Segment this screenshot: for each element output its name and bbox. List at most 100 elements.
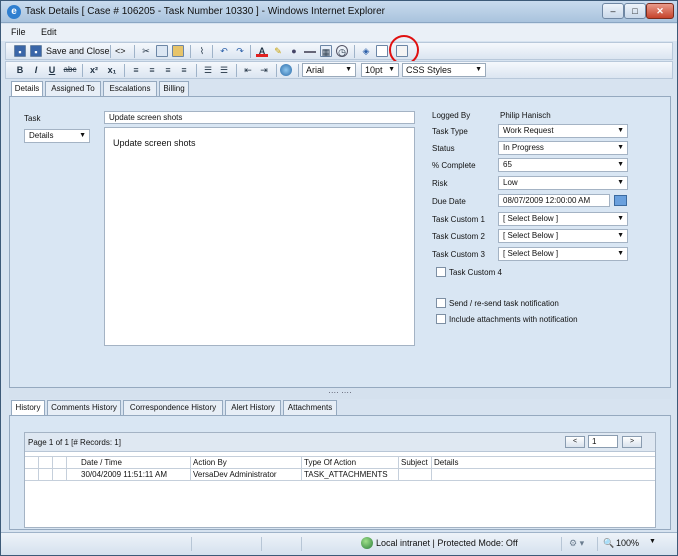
include-attachments-checkbox[interactable]	[436, 314, 446, 324]
align-right-icon[interactable]: ≡	[162, 64, 174, 76]
grid-header-details[interactable]: Details	[432, 457, 655, 468]
send-notification-checkbox[interactable]	[436, 298, 446, 308]
chevron-down-icon: ▼	[617, 179, 624, 186]
calendar-icon[interactable]	[614, 195, 627, 206]
outdent-icon[interactable]: ⇤	[242, 64, 254, 76]
security-zone-text[interactable]: Local intranet | Protected Mode: Off	[376, 538, 518, 548]
strikethrough-button[interactable]: abc	[62, 64, 78, 76]
tab-history[interactable]: History	[11, 400, 45, 416]
details-panel: Task Update screen shots Details ▼ Update…	[9, 96, 671, 388]
task-type-select[interactable]: Work Request ▼	[498, 124, 628, 138]
risk-value: Low	[503, 178, 518, 187]
editor-toolbar-top: ▪ ▪ Save and Close <> ✂ ⌇ ↶ ↷ A ✎ ● ▦ ◷ …	[5, 42, 673, 60]
tab-details[interactable]: Details	[11, 81, 43, 97]
menu-edit[interactable]: Edit	[41, 27, 57, 37]
task-name-input[interactable]: Update screen shots	[104, 111, 415, 124]
field-select[interactable]: Details ▼	[24, 129, 90, 143]
tab-correspondence-history[interactable]: Correspondence History	[123, 400, 223, 415]
next-page-button[interactable]: >	[622, 436, 642, 448]
title-bar: e Task Details [ Case # 106205 - Task Nu…	[1, 1, 677, 23]
percent-complete-select[interactable]: 65 ▼	[498, 158, 628, 172]
due-date-input[interactable]: 08/07/2009 12:00:00 AM	[498, 194, 610, 207]
save-close-icon[interactable]: ▪	[30, 45, 42, 57]
include-attachments-label: Include attachments with notification	[449, 315, 578, 324]
copy-icon[interactable]	[156, 45, 168, 57]
grid-header-date-time[interactable]: Date / Time	[79, 457, 191, 468]
paste-icon[interactable]	[172, 45, 184, 57]
description-editor[interactable]: Update screen shots	[104, 127, 415, 346]
save-and-close-button[interactable]: Save and Close	[46, 46, 110, 56]
special-char-icon[interactable]: ●	[288, 45, 300, 57]
italic-button[interactable]: I	[30, 64, 42, 76]
task-custom-3-select[interactable]: [ Select Below ] ▼	[498, 247, 628, 261]
horizontal-rule-icon[interactable]	[304, 51, 316, 53]
tab-escalations[interactable]: Escalations	[103, 81, 157, 96]
task-custom-4-checkbox[interactable]	[436, 267, 446, 277]
redo-icon[interactable]: ↷	[234, 45, 246, 57]
superscript-button[interactable]: x²	[88, 64, 100, 76]
font-size-select[interactable]: 10pt ▼	[361, 63, 399, 77]
task-custom-2-select[interactable]: [ Select Below ] ▼	[498, 229, 628, 243]
task-custom-4-label: Task Custom 4	[449, 268, 502, 277]
grid-cell-spacer	[53, 469, 67, 480]
menu-bar: File Edit	[1, 24, 677, 41]
status-divider	[301, 537, 302, 551]
document-icon[interactable]	[376, 45, 388, 57]
align-center-icon[interactable]: ≡	[146, 64, 158, 76]
status-label: Status	[432, 144, 455, 153]
maximize-button[interactable]: □	[624, 3, 646, 19]
menu-file[interactable]: File	[11, 27, 26, 37]
font-color-icon[interactable]: A	[256, 45, 268, 57]
table-row-details	[432, 469, 655, 480]
grid-header-action-by[interactable]: Action By	[191, 457, 302, 468]
close-button[interactable]: ✕	[646, 3, 674, 19]
toolbar-separator	[124, 64, 125, 77]
tab-comments-history[interactable]: Comments History	[47, 400, 121, 415]
chevron-down-icon: ▼	[617, 144, 624, 151]
clock-icon[interactable]: ◷	[336, 45, 348, 57]
table-row-action-by: VersaDev Administrator	[191, 469, 302, 480]
grid-header-subject[interactable]: Subject	[399, 457, 432, 468]
status-select[interactable]: In Progress ▼	[498, 141, 628, 155]
align-left-icon[interactable]: ≡	[130, 64, 142, 76]
numbered-list-icon[interactable]: ☰	[218, 64, 230, 76]
panel-splitter[interactable]: ···· ····	[9, 388, 671, 399]
prev-page-button[interactable]: <	[565, 436, 585, 448]
page-number-input[interactable]: 1	[588, 435, 618, 448]
spellcheck-icon[interactable]: ◈	[360, 45, 372, 57]
cut-icon[interactable]: ✂	[140, 45, 152, 57]
tab-assigned-to[interactable]: Assigned To	[45, 81, 101, 96]
html-source-button[interactable]: <>	[115, 46, 126, 56]
undo-icon[interactable]: ↶	[218, 45, 230, 57]
minimize-button[interactable]: –	[602, 3, 624, 19]
status-value: In Progress	[503, 143, 544, 152]
table-icon[interactable]: ▦	[320, 45, 332, 57]
grid-header-type-of-action[interactable]: Type Of Action	[302, 457, 399, 468]
risk-select[interactable]: Low ▼	[498, 176, 628, 190]
font-family-select[interactable]: Arial ▼	[302, 63, 356, 77]
toolbar-separator	[134, 45, 135, 58]
bold-button[interactable]: B	[14, 64, 26, 76]
task-custom-1-select[interactable]: [ Select Below ] ▼	[498, 212, 628, 226]
task-type-value: Work Request	[503, 126, 554, 135]
field-select-value: Details	[29, 131, 54, 140]
highlight-icon[interactable]: ✎	[272, 45, 284, 57]
history-panel: Page 1 of 1 [# Records: 1] < 1 > Date / …	[9, 415, 671, 530]
tab-attachments[interactable]: Attachments	[283, 400, 337, 415]
tab-billing[interactable]: Billing	[159, 81, 189, 96]
tab-alert-history[interactable]: Alert History	[225, 400, 281, 415]
hyperlink-globe-icon[interactable]	[280, 64, 292, 76]
protected-mode-icon[interactable]: ⚙ ▾	[569, 538, 584, 549]
justify-icon[interactable]: ≡	[178, 64, 190, 76]
bullet-list-icon[interactable]: ☰	[202, 64, 214, 76]
table-row-date-time: 30/04/2009 11:51:11 AM	[79, 469, 191, 480]
subscript-button[interactable]: x₁	[106, 64, 118, 76]
css-styles-select[interactable]: CSS Styles ▼	[402, 63, 486, 77]
indent-icon[interactable]: ⇥	[258, 64, 270, 76]
zoom-level[interactable]: 100%	[616, 538, 639, 548]
chevron-down-icon[interactable]: ▼	[649, 538, 656, 545]
save-icon[interactable]: ▪	[14, 45, 26, 57]
underline-button[interactable]: U	[46, 64, 58, 76]
percent-complete-label: % Complete	[432, 161, 476, 170]
paperclip-icon[interactable]: ⌇	[196, 45, 208, 57]
